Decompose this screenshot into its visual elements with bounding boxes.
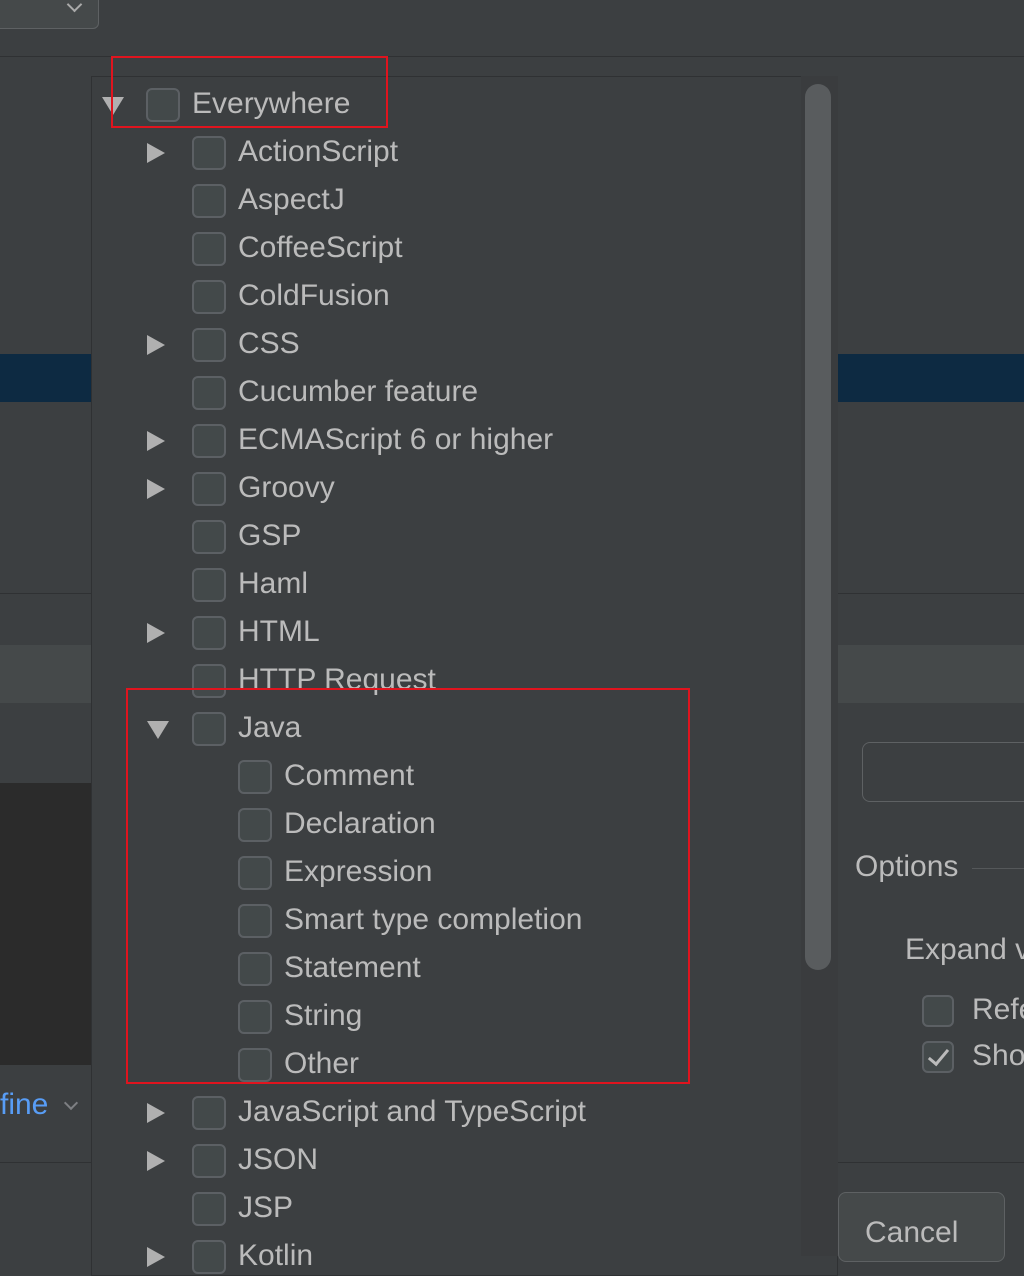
option-2-label: Sho [972, 1039, 1024, 1072]
expand-label: Expand v [905, 933, 1024, 966]
tree-item-css[interactable]: CSS [92, 321, 792, 369]
tree-item-label: AspectJ [238, 183, 345, 216]
tree-item-checkbox[interactable] [192, 568, 226, 602]
tree-item-checkbox[interactable] [192, 328, 226, 362]
editor-preview [0, 783, 92, 1065]
expand-arrow-right-icon[interactable] [147, 1151, 165, 1171]
option-1-label: Refe [972, 993, 1024, 1026]
tree-item-html[interactable]: HTML [92, 609, 792, 657]
context-tree-popup: Everywhere ActionScript AspectJ CoffeeScrip… [91, 76, 838, 1276]
tree-item-checkbox[interactable] [192, 136, 226, 170]
tree-item-kotlin[interactable]: Kotlin [92, 1233, 792, 1275]
expand-arrow-right-icon[interactable] [147, 335, 165, 355]
tree-item-groovy[interactable]: Groovy [92, 465, 792, 513]
chevron-down-icon[interactable] [63, 1095, 79, 1111]
tree-item-label: JSP [238, 1191, 294, 1224]
tree-item-checkbox[interactable] [192, 184, 226, 218]
tree-item-gsp[interactable]: GSP [92, 513, 792, 561]
tree-item-checkbox[interactable] [192, 1240, 226, 1274]
options-section-label: Options [855, 850, 959, 883]
expand-arrow-right-icon[interactable] [147, 479, 165, 499]
tree-item-label: ECMAScript 6 or higher [238, 423, 554, 456]
tree-item-checkbox[interactable] [192, 280, 226, 314]
option-2-checkbox[interactable] [922, 1041, 954, 1073]
tree-item-haml[interactable]: Haml [92, 561, 792, 609]
tree-item-label: Groovy [238, 471, 335, 504]
define-link[interactable]: fine [0, 1088, 48, 1122]
tree-item-label: Kotlin [238, 1239, 314, 1272]
tree-item-ecmascript-6-or-higher[interactable]: ECMAScript 6 or higher [92, 417, 792, 465]
tree-item-label: Haml [238, 567, 309, 600]
highlight-box-java [126, 688, 690, 1084]
chevron-down-icon [66, 0, 83, 13]
tree-item-jsp[interactable]: JSP [92, 1185, 792, 1233]
expand-arrow-right-icon[interactable] [147, 1247, 165, 1267]
tree-item-checkbox[interactable] [192, 424, 226, 458]
tree-item-coldfusion[interactable]: ColdFusion [92, 273, 792, 321]
tree-item-label: Cucumber feature [238, 375, 479, 408]
tree-item-checkbox[interactable] [192, 520, 226, 554]
expand-arrow-right-icon[interactable] [147, 431, 165, 451]
tree-item-checkbox[interactable] [192, 376, 226, 410]
highlight-box-everywhere [111, 56, 388, 128]
tree-item-aspectj[interactable]: AspectJ [92, 177, 792, 225]
expand-arrow-right-icon[interactable] [147, 1103, 165, 1123]
tree-item-checkbox[interactable] [192, 1096, 226, 1130]
tree-item-json[interactable]: JSON [92, 1137, 792, 1185]
scrollbar-thumb[interactable] [805, 84, 831, 970]
checkmark-icon [927, 1043, 950, 1067]
top-combobox[interactable] [0, 0, 99, 29]
tree-item-label: ColdFusion [238, 279, 390, 312]
tree-item-label: JavaScript and TypeScript [238, 1095, 586, 1128]
expand-arrow-right-icon[interactable] [147, 623, 165, 643]
tree-item-javascript-and-typescript[interactable]: JavaScript and TypeScript [92, 1089, 792, 1137]
tree-item-checkbox[interactable] [192, 232, 226, 266]
tree-item-actionscript[interactable]: ActionScript [92, 129, 792, 177]
tree-item-label: HTML [238, 615, 320, 648]
tree-item-label: GSP [238, 519, 302, 552]
expand-arrow-right-icon[interactable] [147, 143, 165, 163]
cancel-button[interactable]: Cancel [838, 1192, 1005, 1262]
tree-item-checkbox[interactable] [192, 1192, 226, 1226]
text-field[interactable] [862, 742, 1024, 802]
tree-item-checkbox[interactable] [192, 616, 226, 650]
option-1-checkbox[interactable] [922, 995, 954, 1027]
tree-item-label: CoffeeScript [238, 231, 403, 264]
tree-item-label: ActionScript [238, 135, 399, 168]
options-separator [972, 868, 1024, 869]
tree-item-label: JSON [238, 1143, 319, 1176]
tree-item-label: CSS [238, 327, 300, 360]
tree-item-checkbox[interactable] [192, 1144, 226, 1178]
tree-item-checkbox[interactable] [192, 472, 226, 506]
tree-item-cucumber-feature[interactable]: Cucumber feature [92, 369, 792, 417]
tree-item-coffeescript[interactable]: CoffeeScript [92, 225, 792, 273]
